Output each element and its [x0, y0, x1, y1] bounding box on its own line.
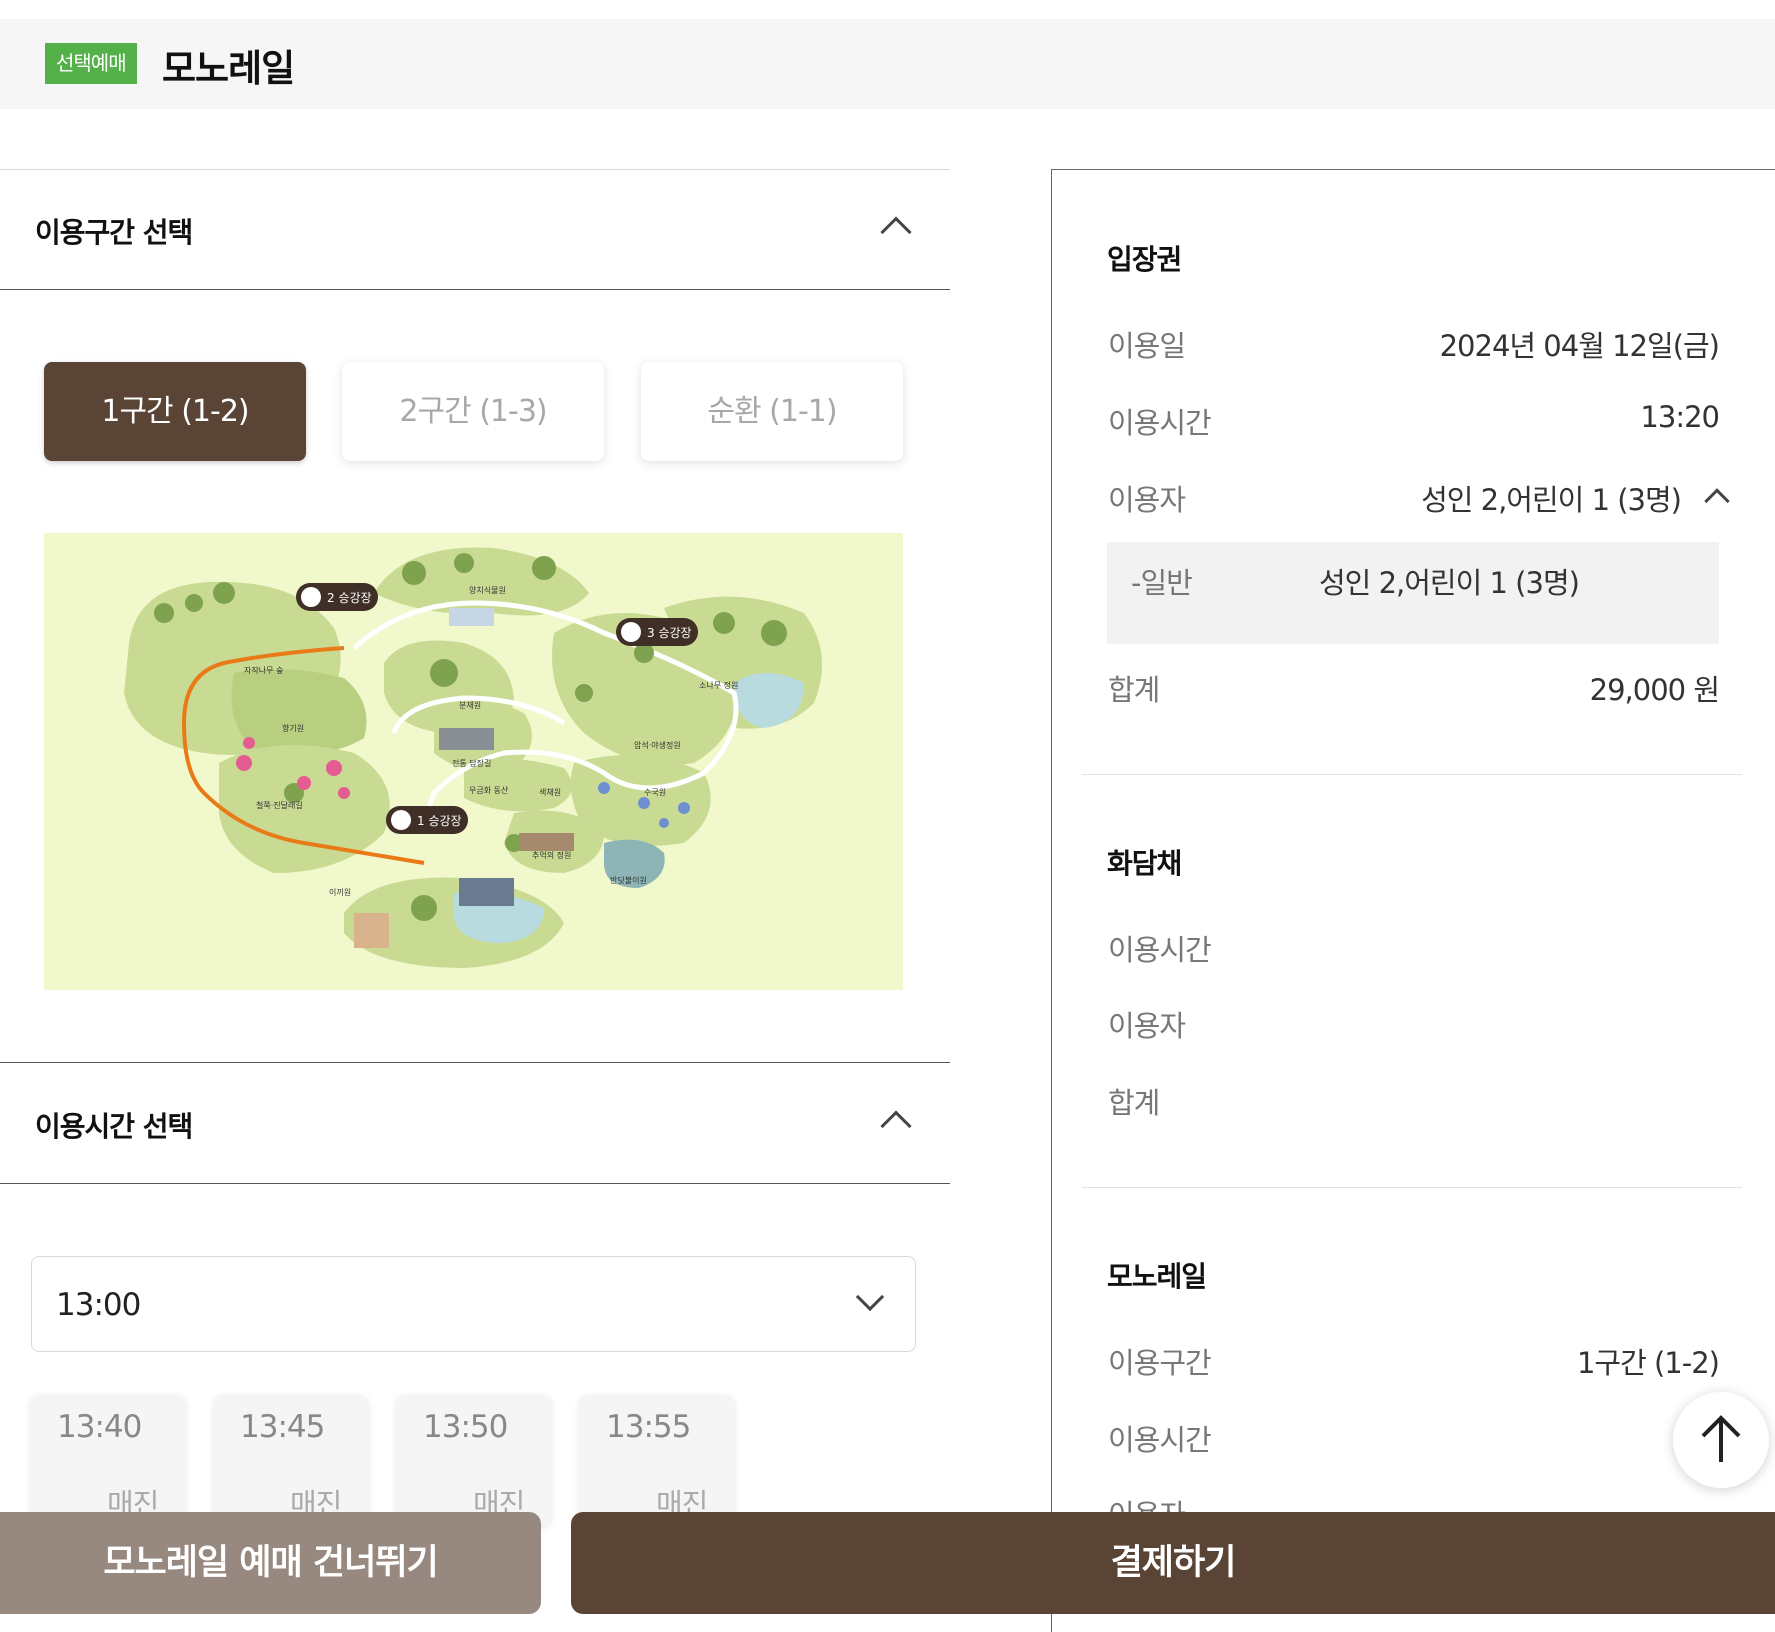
station-1-label: 1 승강장	[417, 814, 462, 828]
map-area-label: 이끼원	[329, 887, 351, 897]
map-area-label: 양치식물원	[469, 586, 506, 595]
user-breakdown: -일반 성인 2,어린이 1 (3명)	[1107, 542, 1719, 644]
hwadamchae-heading: 화담채	[1107, 847, 1182, 880]
time-slot[interactable]: 13:45 매진	[214, 1395, 368, 1525]
sub-category-label: -일반	[1131, 566, 1193, 600]
map-area-label: 소나무 정원	[699, 680, 738, 690]
hwadamchae-time-label: 이용시간	[1108, 933, 1212, 967]
divider	[1082, 1187, 1742, 1188]
map-area-label: 우금화 동산	[469, 785, 509, 795]
chevron-down-icon	[855, 1282, 885, 1312]
divider	[0, 289, 950, 290]
sub-category-value: 성인 2,어린이 1 (3명)	[1319, 566, 1580, 600]
admission-users-label: 이용자	[1108, 483, 1186, 517]
skip-monorail-button[interactable]: 모노레일 예매 건너뛰기	[0, 1512, 541, 1614]
monorail-route-label: 이용구간	[1108, 1346, 1212, 1380]
divider	[0, 1062, 950, 1063]
monorail-route-value: 1구간 (1-2)	[1576, 1346, 1720, 1380]
collapse-users-icon[interactable]	[1704, 488, 1730, 514]
admission-time-value: 13:20	[1640, 400, 1720, 434]
map-area-label: 색채원	[539, 787, 561, 797]
pay-button[interactable]: 결제하기	[571, 1512, 1775, 1614]
admission-heading: 입장권	[1107, 243, 1182, 276]
slot-time: 13:55	[606, 1409, 691, 1445]
route-option-1[interactable]: 1구간 (1-2)	[44, 362, 306, 461]
divider	[0, 1183, 950, 1184]
collapse-route-icon[interactable]	[880, 216, 912, 248]
divider	[0, 169, 950, 170]
scroll-to-top-button[interactable]	[1673, 1392, 1769, 1488]
page-title: 모노레일	[162, 47, 295, 90]
order-summary-panel: 입장권 이용일 2024년 04월 12일(금) 이용시간 13:20 이용자 …	[1051, 169, 1775, 1632]
time-select[interactable]: 13:00	[31, 1256, 916, 1352]
slot-time: 13:50	[423, 1409, 508, 1445]
time-slot[interactable]: 13:40 매진	[31, 1395, 185, 1525]
map-area-label: 암석·야생정원	[634, 740, 681, 750]
slot-time: 13:45	[240, 1409, 325, 1445]
monorail-route-map: 2 승강장 3 승강장 1 승강장 양치식물원 자작나무 숲 분재원 소나무 정…	[44, 533, 903, 990]
map-area-label: 자작나무 숲	[244, 665, 283, 675]
station-2-label: 2 승강장	[327, 591, 372, 605]
monorail-heading: 모노레일	[1107, 1260, 1207, 1293]
map-area-label: 추억의 정원	[532, 850, 571, 860]
garden-map-illustration: 2 승강장 3 승강장 1 승강장 양치식물원 자작나무 숲 분재원 소나무 정…	[124, 547, 822, 968]
time-slot[interactable]: 13:55 매진	[580, 1395, 734, 1525]
slot-time: 13:40	[57, 1409, 142, 1445]
hwadamchae-users-label: 이용자	[1108, 1009, 1186, 1043]
route-option-circular[interactable]: 순환 (1-1)	[641, 362, 903, 461]
map-area-label: 분재원	[459, 701, 481, 710]
map-area-label: 전통 담장길	[452, 758, 491, 768]
booking-type-badge: 선택예매	[45, 43, 137, 84]
map-area-label: 철쭉·진달래길	[256, 800, 303, 810]
monorail-time-label: 이용시간	[1108, 1423, 1212, 1457]
admission-time-label: 이용시간	[1108, 406, 1212, 440]
admission-date-value: 2024년 04월 12일(금)	[1439, 329, 1720, 363]
booking-page: 선택예매 모노레일 이용구간 선택 1구간 (1-2) 2구간 (1-3) 순환…	[0, 0, 1775, 1632]
map-area-label: 반딧불이원	[610, 875, 647, 885]
admission-date-label: 이용일	[1108, 329, 1186, 363]
admission-total-value: 29,000 원	[1589, 673, 1720, 707]
route-section-title: 이용구간 선택	[35, 216, 193, 249]
time-section-title: 이용시간 선택	[35, 1110, 193, 1143]
arrow-up-icon	[1701, 1415, 1741, 1462]
hwadamchae-total-label: 합계	[1108, 1086, 1160, 1120]
station-3-label: 3 승강장	[647, 626, 692, 640]
route-option-2[interactable]: 2구간 (1-3)	[342, 362, 604, 461]
time-select-value: 13:00	[56, 1287, 141, 1323]
time-slot[interactable]: 13:50 매진	[397, 1395, 551, 1525]
map-area-label: 수국원	[644, 788, 666, 797]
map-area-label: 향기원	[282, 724, 304, 733]
collapse-time-icon[interactable]	[880, 1110, 912, 1142]
admission-users-value: 성인 2,어린이 1 (3명)	[1421, 483, 1682, 517]
divider	[1082, 774, 1742, 775]
page-header: 선택예매 모노레일	[0, 19, 1775, 109]
admission-total-label: 합계	[1108, 673, 1160, 707]
